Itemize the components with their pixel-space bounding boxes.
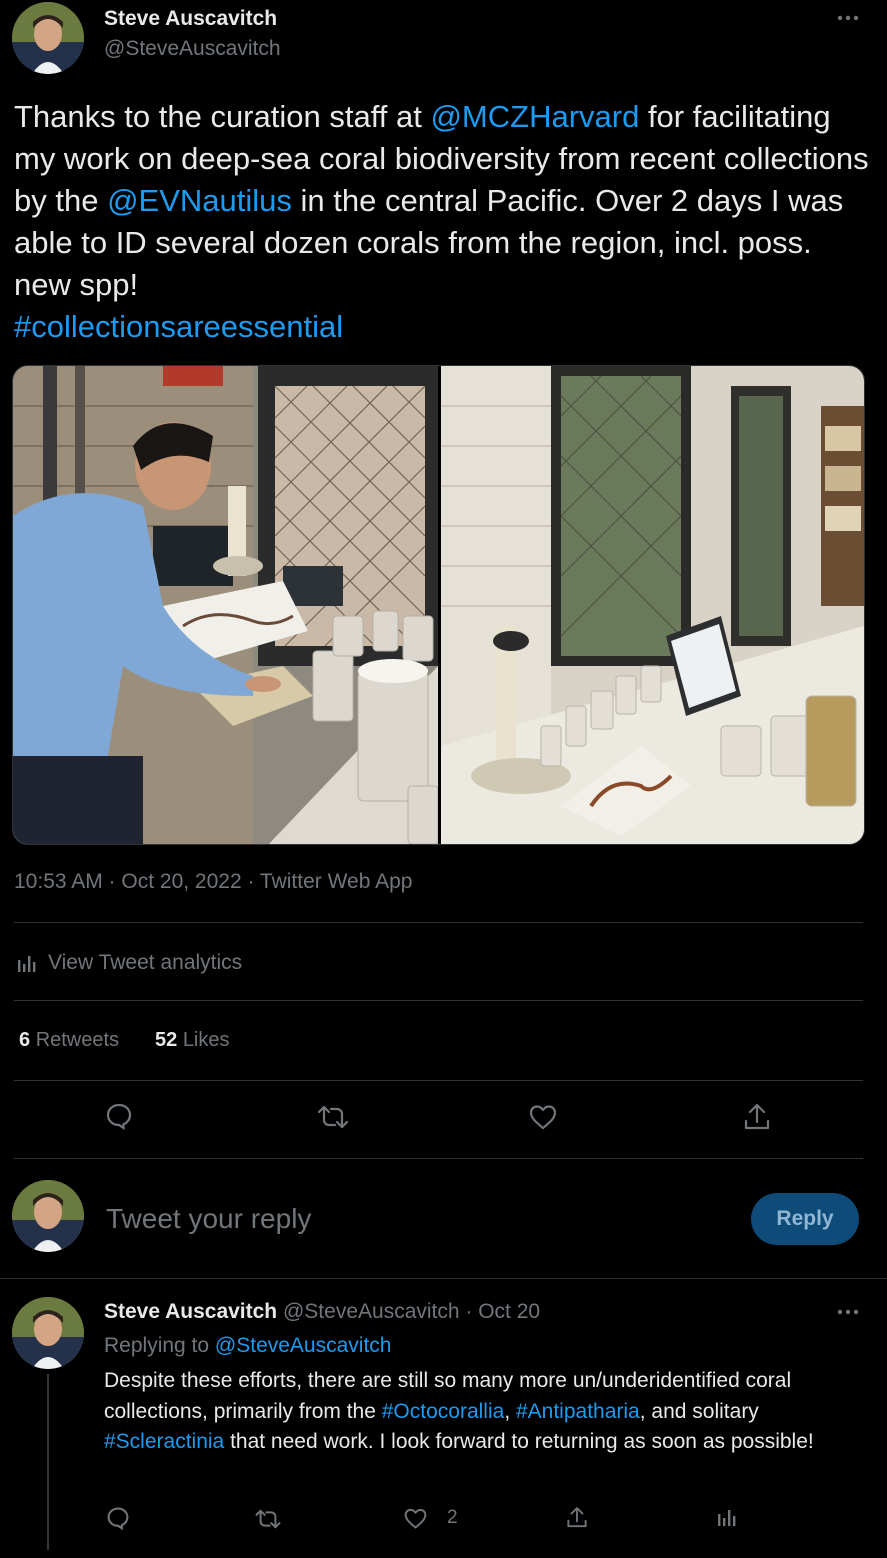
bar-chart-icon[interactable] [716,1506,738,1528]
reply-button[interactable]: Reply [751,1193,859,1245]
author-handle[interactable]: @SteveAuscavitch [104,37,281,61]
reply-bubble-icon[interactable] [105,1102,133,1130]
reply-date[interactable]: Oct 20 [478,1300,540,1323]
author-avatar[interactable] [12,2,84,74]
reply-text: Despite these efforts, there are still s… [104,1366,864,1458]
likes-count: 52 [155,1029,178,1051]
divider [14,1158,863,1159]
retweets-label: Retweets [35,1029,120,1051]
tweet-text-part: Thanks to the curation staff at [14,99,431,134]
reply-bubble-icon[interactable] [106,1506,130,1530]
reply-author-handle[interactable]: @SteveAuscavitch [283,1300,460,1323]
thread-line [47,1374,49,1550]
divider [0,1278,887,1279]
mention-link[interactable]: @MCZHarvard [430,99,639,134]
tweet-text: Thanks to the curation staff at @MCZHarv… [14,96,874,348]
hashtag-link[interactable]: #Octocorallia [382,1400,505,1423]
more-horizontal-icon[interactable] [836,12,860,24]
reply-author-name[interactable]: Steve Auscavitch [104,1300,277,1323]
media-grid [12,365,865,845]
tweet-meta[interactable]: 10:53 AM · Oct 20, 2022 · Twitter Web Ap… [14,870,412,894]
share-icon[interactable] [566,1505,588,1530]
hashtag-link[interactable]: #Antipatharia [516,1400,640,1423]
reply-text-part: , and solitary [639,1399,759,1423]
divider [14,1000,863,1001]
likes-label: Likes [182,1029,230,1051]
hashtag-link[interactable]: #Scleractinia [104,1430,224,1453]
replying-to-link[interactable]: @SteveAuscavitch [215,1334,392,1357]
reply-text-part: , [504,1399,516,1423]
reply-input[interactable]: Tweet your reply [106,1203,706,1235]
more-horizontal-icon[interactable] [836,1306,860,1318]
retweet-icon[interactable] [254,1508,282,1530]
author-name[interactable]: Steve Auscavitch [104,7,277,31]
replying-to: Replying to @SteveAuscavitch [104,1334,391,1358]
composer-avatar[interactable] [12,1180,84,1252]
divider [14,1080,863,1081]
retweets-count: 6 [19,1029,31,1051]
bar-chart-icon [16,952,38,974]
reply-text-part: that need work. I look forward to return… [224,1430,814,1453]
photo-microscope-work[interactable] [13,366,438,844]
heart-icon[interactable] [403,1507,428,1530]
analytics-label: View Tweet analytics [48,951,243,974]
reply-likes-count: 2 [447,1507,458,1528]
reply-author-avatar[interactable] [12,1297,84,1369]
retweets-count-link[interactable]: 6 Retweets [19,1029,119,1052]
divider [14,922,863,923]
hashtag-link[interactable]: #collectionsareessential [14,309,343,344]
reply-header: Steve Auscavitch @SteveAuscavitch · Oct … [104,1300,541,1323]
photo-lab-bench[interactable] [441,366,864,844]
retweet-icon[interactable] [316,1104,350,1130]
heart-icon[interactable] [528,1103,558,1131]
likes-count-link[interactable]: 52 Likes [155,1029,230,1052]
share-icon[interactable] [743,1102,771,1132]
replying-prefix: Replying to [104,1334,215,1357]
analytics-link[interactable]: View Tweet analytics [16,948,242,978]
mention-link[interactable]: @EVNautilus [107,183,292,218]
